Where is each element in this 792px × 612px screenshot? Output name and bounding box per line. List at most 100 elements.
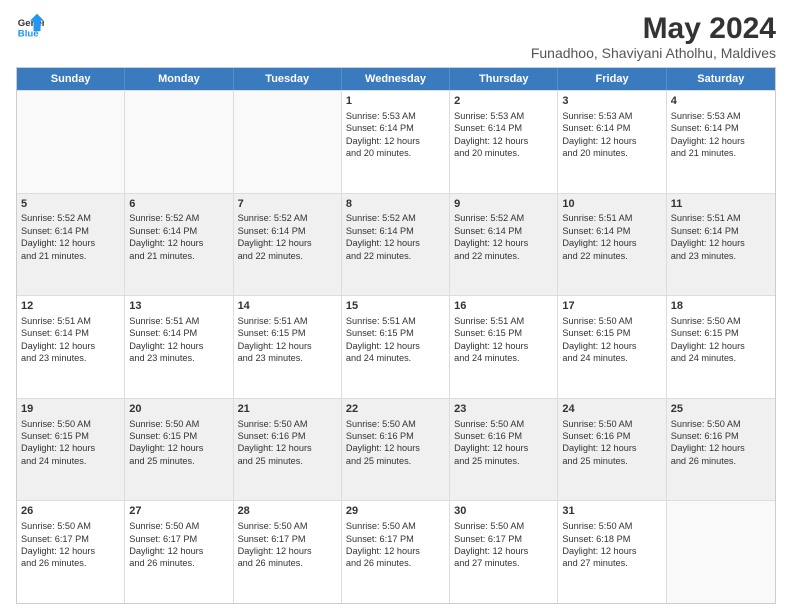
calendar-cell: 13Sunrise: 5:51 AM Sunset: 6:14 PM Dayli… [125,296,233,398]
calendar-cell: 7Sunrise: 5:52 AM Sunset: 6:14 PM Daylig… [234,194,342,296]
header-wednesday: Wednesday [342,68,450,90]
calendar-cell: 2Sunrise: 5:53 AM Sunset: 6:14 PM Daylig… [450,91,558,193]
day-info: Sunrise: 5:50 AM Sunset: 6:16 PM Dayligh… [238,419,312,466]
subtitle: Funadhoo, Shaviyani Atholhu, Maldives [531,45,776,61]
day-number: 23 [454,402,553,417]
calendar-cell: 23 Sunrise: 5:50 AM Sunset: 6:16 PM Dayli… [450,399,558,501]
calendar-cell: 26 Sunrise: 5:50 AM Sunset: 6:17 PM Dayli… [17,501,125,603]
day-number: 1 [346,94,445,109]
day-number: 20 [129,402,228,417]
day-info: Sunrise: 5:50 AM Sunset: 6:17 PM Dayligh… [346,521,420,568]
header-friday: Friday [558,68,666,90]
day-number: 29 [346,504,445,519]
day-number: 15 [346,299,445,314]
header-monday: Monday [125,68,233,90]
calendar: Sunday Monday Tuesday Wednesday Thursday… [16,67,776,604]
calendar-cell: 16 Sunrise: 5:51 AM Sunset: 6:15 PM Dayli… [450,296,558,398]
day-info: Sunrise: 5:50 AM Sunset: 6:17 PM Dayligh… [238,521,312,568]
day-info: Sunrise: 5:51 AM Sunset: 6:14 PM Dayligh… [562,213,636,260]
week-1: 1 Sunrise: 5:53 AM Sunset: 6:14 PM Daylig… [17,90,775,193]
calendar-cell: 20 Sunrise: 5:50 AM Sunset: 6:15 PM Dayli… [125,399,233,501]
day-info: Sunrise: 5:53 AM Sunset: 6:14 PM Dayligh… [671,111,745,158]
header-thursday: Thursday [450,68,558,90]
calendar-cell [234,91,342,193]
day-number: 16 [454,299,553,314]
title-block: May 2024 Funadhoo, Shaviyani Atholhu, Ma… [531,12,776,61]
day-number: 18 [671,299,771,314]
header-sunday: Sunday [17,68,125,90]
week-3: 12 Sunrise: 5:51 AM Sunset: 6:14 PM Dayli… [17,295,775,398]
day-number: 2 [454,94,553,109]
calendar-cell: 19 Sunrise: 5:50 AM Sunset: 6:15 PM Dayli… [17,399,125,501]
header: General Blue May 2024 Funadhoo, Shaviyan… [16,12,776,61]
day-number: 5 [21,197,120,212]
header-tuesday: Tuesday [234,68,342,90]
day-info: Sunrise: 5:50 AM Sunset: 6:16 PM Dayligh… [454,419,528,466]
day-info: Sunrise: 5:50 AM Sunset: 6:15 PM Dayligh… [21,419,95,466]
day-number: 11 [671,197,771,212]
day-info: Sunrise: 5:52 AM Sunset: 6:14 PM Dayligh… [21,213,95,260]
day-info: Sunrise: 5:51 AM Sunset: 6:14 PM Dayligh… [671,213,745,260]
calendar-cell: 12 Sunrise: 5:51 AM Sunset: 6:14 PM Dayli… [17,296,125,398]
day-number: 6 [129,197,228,212]
day-number: 4 [671,94,771,109]
day-number: 27 [129,504,228,519]
calendar-cell: 15 Sunrise: 5:51 AM Sunset: 6:15 PM Dayli… [342,296,450,398]
day-number: 30 [454,504,553,519]
calendar-cell [125,91,233,193]
day-info: Sunrise: 5:52 AM Sunset: 6:14 PM Dayligh… [346,213,420,260]
day-info: Sunrise: 5:53 AM Sunset: 6:14 PM Dayligh… [346,111,420,158]
day-number: 9 [454,197,553,212]
day-info: Sunrise: 5:51 AM Sunset: 6:15 PM Dayligh… [238,316,312,363]
week-2: 5Sunrise: 5:52 AM Sunset: 6:14 PM Daylig… [17,193,775,296]
day-number: 26 [21,504,120,519]
calendar-cell [17,91,125,193]
day-number: 8 [346,197,445,212]
day-info: Sunrise: 5:52 AM Sunset: 6:14 PM Dayligh… [238,213,312,260]
calendar-cell: 4 Sunrise: 5:53 AM Sunset: 6:14 PM Daylig… [667,91,775,193]
calendar-cell: 27 Sunrise: 5:50 AM Sunset: 6:17 PM Dayli… [125,501,233,603]
week-5: 26 Sunrise: 5:50 AM Sunset: 6:17 PM Dayli… [17,500,775,603]
day-info: Sunrise: 5:50 AM Sunset: 6:15 PM Dayligh… [129,419,203,466]
day-info: Sunrise: 5:50 AM Sunset: 6:17 PM Dayligh… [21,521,95,568]
calendar-cell: 18 Sunrise: 5:50 AM Sunset: 6:15 PM Dayli… [667,296,775,398]
calendar-cell: 30 Sunrise: 5:50 AM Sunset: 6:17 PM Dayli… [450,501,558,603]
day-info: Sunrise: 5:50 AM Sunset: 6:16 PM Dayligh… [346,419,420,466]
day-info: Sunrise: 5:50 AM Sunset: 6:15 PM Dayligh… [671,316,745,363]
day-number: 14 [238,299,337,314]
day-number: 28 [238,504,337,519]
logo: General Blue [16,12,44,40]
day-info: Sunrise: 5:51 AM Sunset: 6:14 PM Dayligh… [21,316,95,363]
calendar-cell: 3 Sunrise: 5:53 AM Sunset: 6:14 PM Daylig… [558,91,666,193]
calendar-cell: 22Sunrise: 5:50 AM Sunset: 6:16 PM Dayli… [342,399,450,501]
week-4: 19 Sunrise: 5:50 AM Sunset: 6:15 PM Dayli… [17,398,775,501]
calendar-cell: 24Sunrise: 5:50 AM Sunset: 6:16 PM Dayli… [558,399,666,501]
calendar-cell: 8Sunrise: 5:52 AM Sunset: 6:14 PM Daylig… [342,194,450,296]
day-info: Sunrise: 5:50 AM Sunset: 6:15 PM Dayligh… [562,316,636,363]
logo-icon: General Blue [16,12,44,40]
main-title: May 2024 [531,12,776,45]
calendar-cell: 21 Sunrise: 5:50 AM Sunset: 6:16 PM Dayli… [234,399,342,501]
calendar-header: Sunday Monday Tuesday Wednesday Thursday… [17,68,775,90]
day-info: Sunrise: 5:50 AM Sunset: 6:17 PM Dayligh… [129,521,203,568]
day-number: 21 [238,402,337,417]
day-info: Sunrise: 5:51 AM Sunset: 6:14 PM Dayligh… [129,316,203,363]
day-number: 31 [562,504,661,519]
calendar-cell: 9Sunrise: 5:52 AM Sunset: 6:14 PM Daylig… [450,194,558,296]
day-info: Sunrise: 5:50 AM Sunset: 6:17 PM Dayligh… [454,521,528,568]
calendar-cell: 6Sunrise: 5:52 AM Sunset: 6:14 PM Daylig… [125,194,233,296]
header-saturday: Saturday [667,68,775,90]
calendar-cell: 29 Sunrise: 5:50 AM Sunset: 6:17 PM Dayli… [342,501,450,603]
day-info: Sunrise: 5:51 AM Sunset: 6:15 PM Dayligh… [346,316,420,363]
day-info: Sunrise: 5:50 AM Sunset: 6:16 PM Dayligh… [671,419,745,466]
calendar-cell: 28 Sunrise: 5:50 AM Sunset: 6:17 PM Dayli… [234,501,342,603]
calendar-cell: 17Sunrise: 5:50 AM Sunset: 6:15 PM Dayli… [558,296,666,398]
page: General Blue May 2024 Funadhoo, Shaviyan… [0,0,792,612]
day-number: 12 [21,299,120,314]
day-number: 3 [562,94,661,109]
day-number: 19 [21,402,120,417]
day-number: 24 [562,402,661,417]
day-info: Sunrise: 5:51 AM Sunset: 6:15 PM Dayligh… [454,316,528,363]
calendar-cell: 14 Sunrise: 5:51 AM Sunset: 6:15 PM Dayli… [234,296,342,398]
day-info: Sunrise: 5:53 AM Sunset: 6:14 PM Dayligh… [562,111,636,158]
